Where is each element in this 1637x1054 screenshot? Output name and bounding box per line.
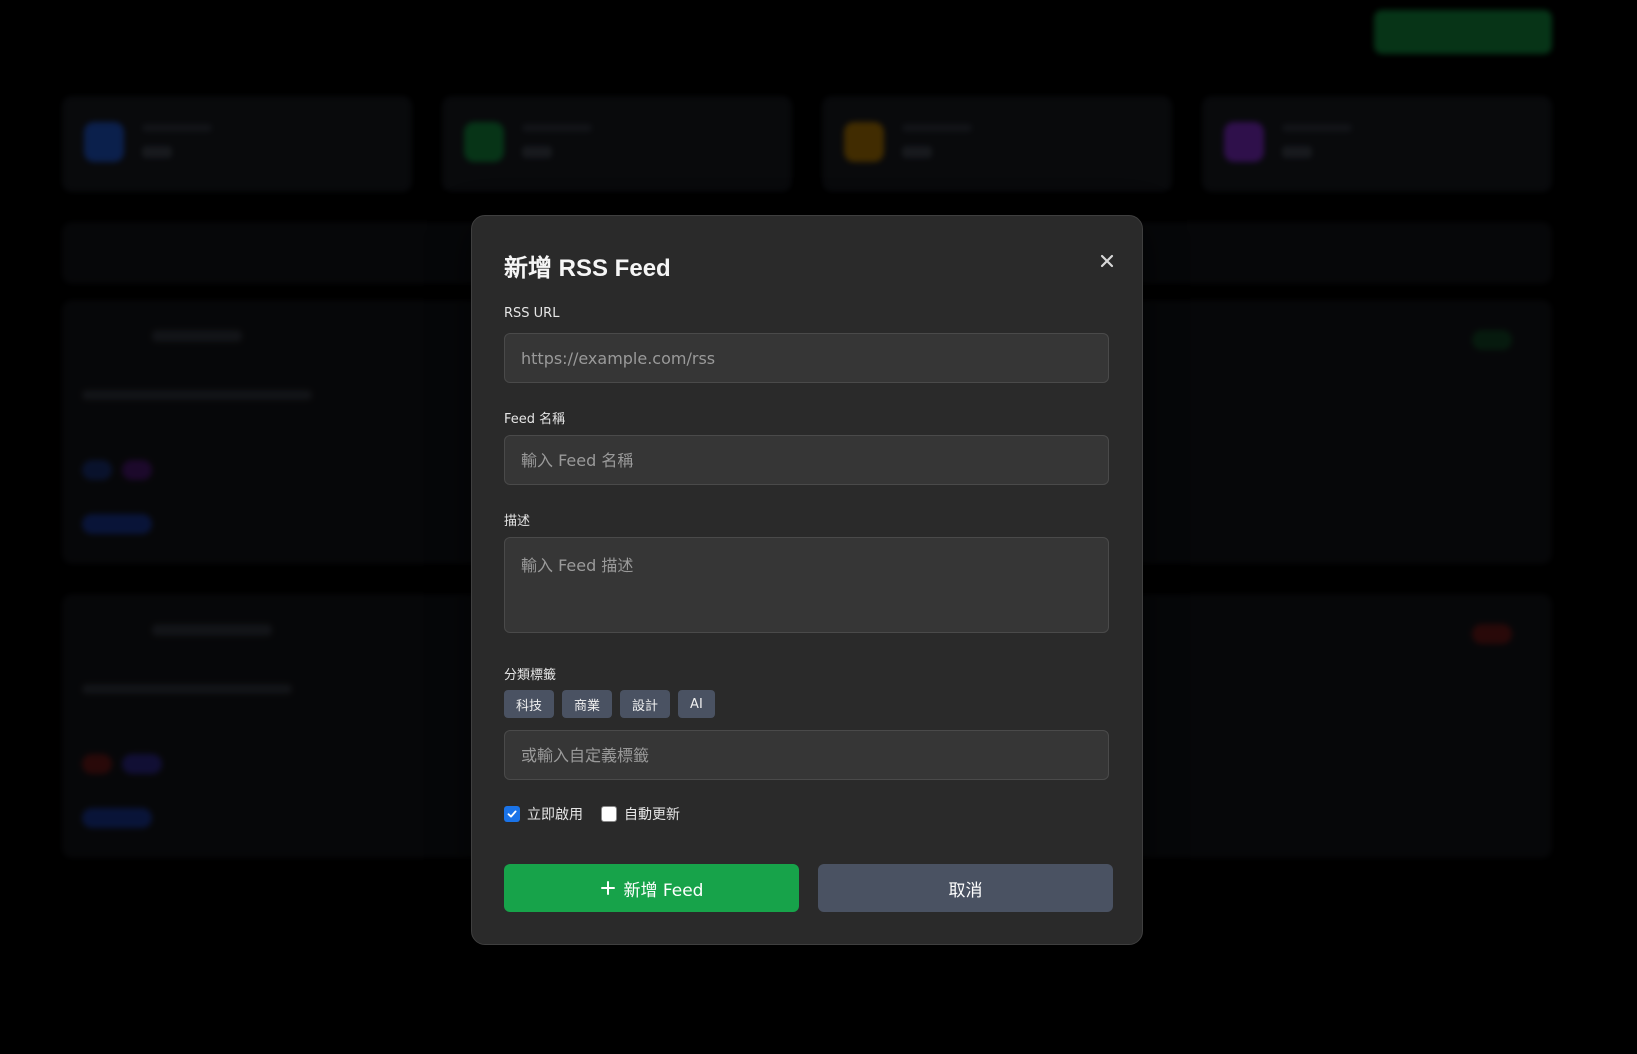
add-feed-modal: 新增 RSS Feed RSS URL Feed 名稱 描述 分類標籤 科技 商… [471, 215, 1143, 945]
background-stat-card [1202, 96, 1552, 192]
auto-update-checkbox[interactable]: 自動更新 [601, 804, 680, 824]
options-row: 立即啟用 自動更新 [504, 804, 680, 824]
tag-option-business[interactable]: 商業 [562, 690, 613, 718]
background-stat-card [442, 96, 792, 192]
feed-name-input[interactable] [504, 435, 1109, 485]
enable-now-label: 立即啟用 [527, 807, 583, 823]
checkbox-unchecked-icon [601, 806, 617, 822]
custom-tag-input[interactable] [504, 730, 1109, 780]
background-stats-row [62, 96, 1552, 192]
cancel-button[interactable]: 取消 [818, 864, 1113, 912]
cancel-button-label: 取消 [948, 880, 983, 901]
close-icon [1100, 254, 1114, 268]
tag-option-design[interactable]: 設計 [620, 690, 671, 718]
enable-now-checkbox[interactable]: 立即啟用 [504, 804, 583, 824]
background-stat-card [822, 96, 1172, 192]
add-feed-button[interactable]: 新增 Feed [504, 864, 799, 912]
modal-title: 新增 RSS Feed [504, 255, 671, 282]
add-feed-button-label: 新增 Feed [623, 880, 704, 901]
description-textarea[interactable] [504, 537, 1109, 633]
tag-option-ai[interactable]: AI [678, 690, 715, 718]
feed-name-label: Feed 名稱 [504, 412, 566, 427]
close-button[interactable] [1092, 246, 1122, 276]
rss-url-input[interactable] [504, 333, 1109, 383]
plus-icon [600, 881, 615, 895]
tag-options: 科技 商業 設計 AI [504, 690, 715, 718]
tag-option-tech[interactable]: 科技 [504, 690, 555, 718]
background-stat-card [62, 96, 412, 192]
auto-update-label: 自動更新 [624, 807, 680, 823]
checkbox-checked-icon [504, 806, 520, 822]
rss-url-label: RSS URL [504, 306, 560, 321]
description-label: 描述 [504, 514, 531, 529]
tags-label: 分類標籤 [504, 668, 557, 683]
background-add-button [1374, 10, 1552, 54]
